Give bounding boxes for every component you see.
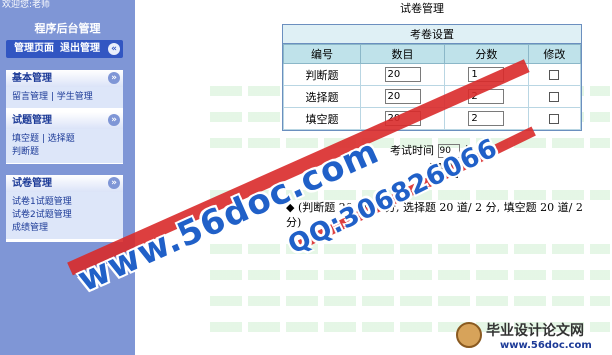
- panel-title-exam: 试卷管理: [12, 178, 52, 189]
- panel-title-question: 试题管理: [12, 115, 52, 126]
- expand-question-icon[interactable]: »: [108, 114, 120, 126]
- background-decoration: [210, 244, 610, 254]
- column-header-score: 分数: [443, 44, 529, 64]
- logo-url: www.56doc.com: [500, 340, 592, 351]
- logo-badge-icon: [456, 322, 482, 348]
- panel-basic-management: 基本管理 » 留言管理 | 学生管理: [6, 70, 123, 112]
- logo-title: 毕业设计论文网: [486, 323, 584, 339]
- table-row: 判断题: [282, 63, 582, 86]
- score-input-fill-blank[interactable]: [468, 111, 505, 126]
- question-type-name: 选择题: [282, 85, 362, 108]
- sidebar-item-scores[interactable]: 成绩管理: [12, 223, 48, 233]
- user-greeting: 欢迎您:老师: [2, 0, 51, 10]
- panel-header-exam[interactable]: 试卷管理 »: [6, 175, 123, 192]
- background-decoration: [210, 270, 610, 280]
- collapse-sidebar-icon[interactable]: «: [108, 43, 120, 55]
- question-type-name: 填空题: [282, 107, 362, 130]
- panel-body-basic: 留言管理 | 学生管理: [6, 87, 123, 108]
- manage-page-link[interactable]: 管理页面: [14, 43, 54, 54]
- app-title: 程序后台管理: [34, 22, 101, 35]
- sidebar: 欢迎您:老师 程序后台管理 管理页面 退出管理 « 基本管理 » 留言管理 | 学…: [0, 0, 135, 355]
- table-header-row: 编号 数目 分数 修改: [282, 44, 582, 64]
- sidebar-item-messages[interactable]: 留言管理: [12, 92, 48, 102]
- sidebar-item-true-false[interactable]: 判断题: [12, 147, 39, 157]
- modify-checkbox-true-false[interactable]: [549, 70, 560, 80]
- panel-header-basic[interactable]: 基本管理 »: [6, 70, 123, 87]
- settings-title: 考卷设置: [283, 25, 581, 44]
- question-settings-table: 编号 数目 分数 修改 判断题 选择题 填空题: [282, 44, 582, 130]
- column-header-id: 编号: [282, 44, 362, 64]
- column-header-count: 数目: [360, 44, 445, 64]
- sidebar-item-choice[interactable]: 选择题: [48, 134, 75, 144]
- exam-time-input[interactable]: 90: [437, 144, 460, 158]
- expand-basic-icon[interactable]: »: [108, 72, 120, 84]
- summary-bullet: ◆: [286, 201, 295, 214]
- panel-header-question[interactable]: 试题管理 »: [6, 112, 123, 129]
- sidebar-item-exam1[interactable]: 试卷1试题管理: [12, 197, 72, 207]
- modify-checkbox-fill-blank[interactable]: [549, 114, 560, 124]
- count-input-choice[interactable]: [384, 89, 421, 104]
- sidebar-item-students[interactable]: 学生管理: [57, 92, 93, 102]
- panel-exam-management: 试卷管理 » 试卷1试题管理 试卷2试题管理 成绩管理: [6, 175, 123, 242]
- exam-time-label: 考试时间: [390, 144, 434, 157]
- panel-body-exam: 试卷1试题管理 试卷2试题管理 成绩管理: [6, 192, 123, 239]
- column-header-modify: 修改: [527, 44, 582, 64]
- panel-title-basic: 基本管理: [12, 73, 52, 84]
- page-title: 试卷管理: [400, 2, 444, 15]
- site-logo: 毕业设计论文网 www.56doc.com: [456, 318, 612, 355]
- sidebar-item-fill-blank[interactable]: 填空题: [12, 134, 39, 144]
- count-input-true-false[interactable]: [384, 67, 421, 82]
- sidebar-item-exam2[interactable]: 试卷2试题管理: [12, 210, 72, 220]
- question-type-name: 判断题: [282, 63, 362, 86]
- sidebar-top-bar: 管理页面 退出管理 «: [6, 40, 123, 58]
- expand-exam-icon[interactable]: »: [108, 177, 120, 189]
- panel-question-management: 试题管理 » 填空题 | 选择题 判断题: [6, 112, 123, 164]
- background-decoration: [210, 296, 610, 306]
- modify-checkbox-choice[interactable]: [549, 92, 560, 102]
- logout-link[interactable]: 退出管理: [60, 43, 100, 54]
- panel-body-question: 填空题 | 选择题 判断题: [6, 129, 123, 163]
